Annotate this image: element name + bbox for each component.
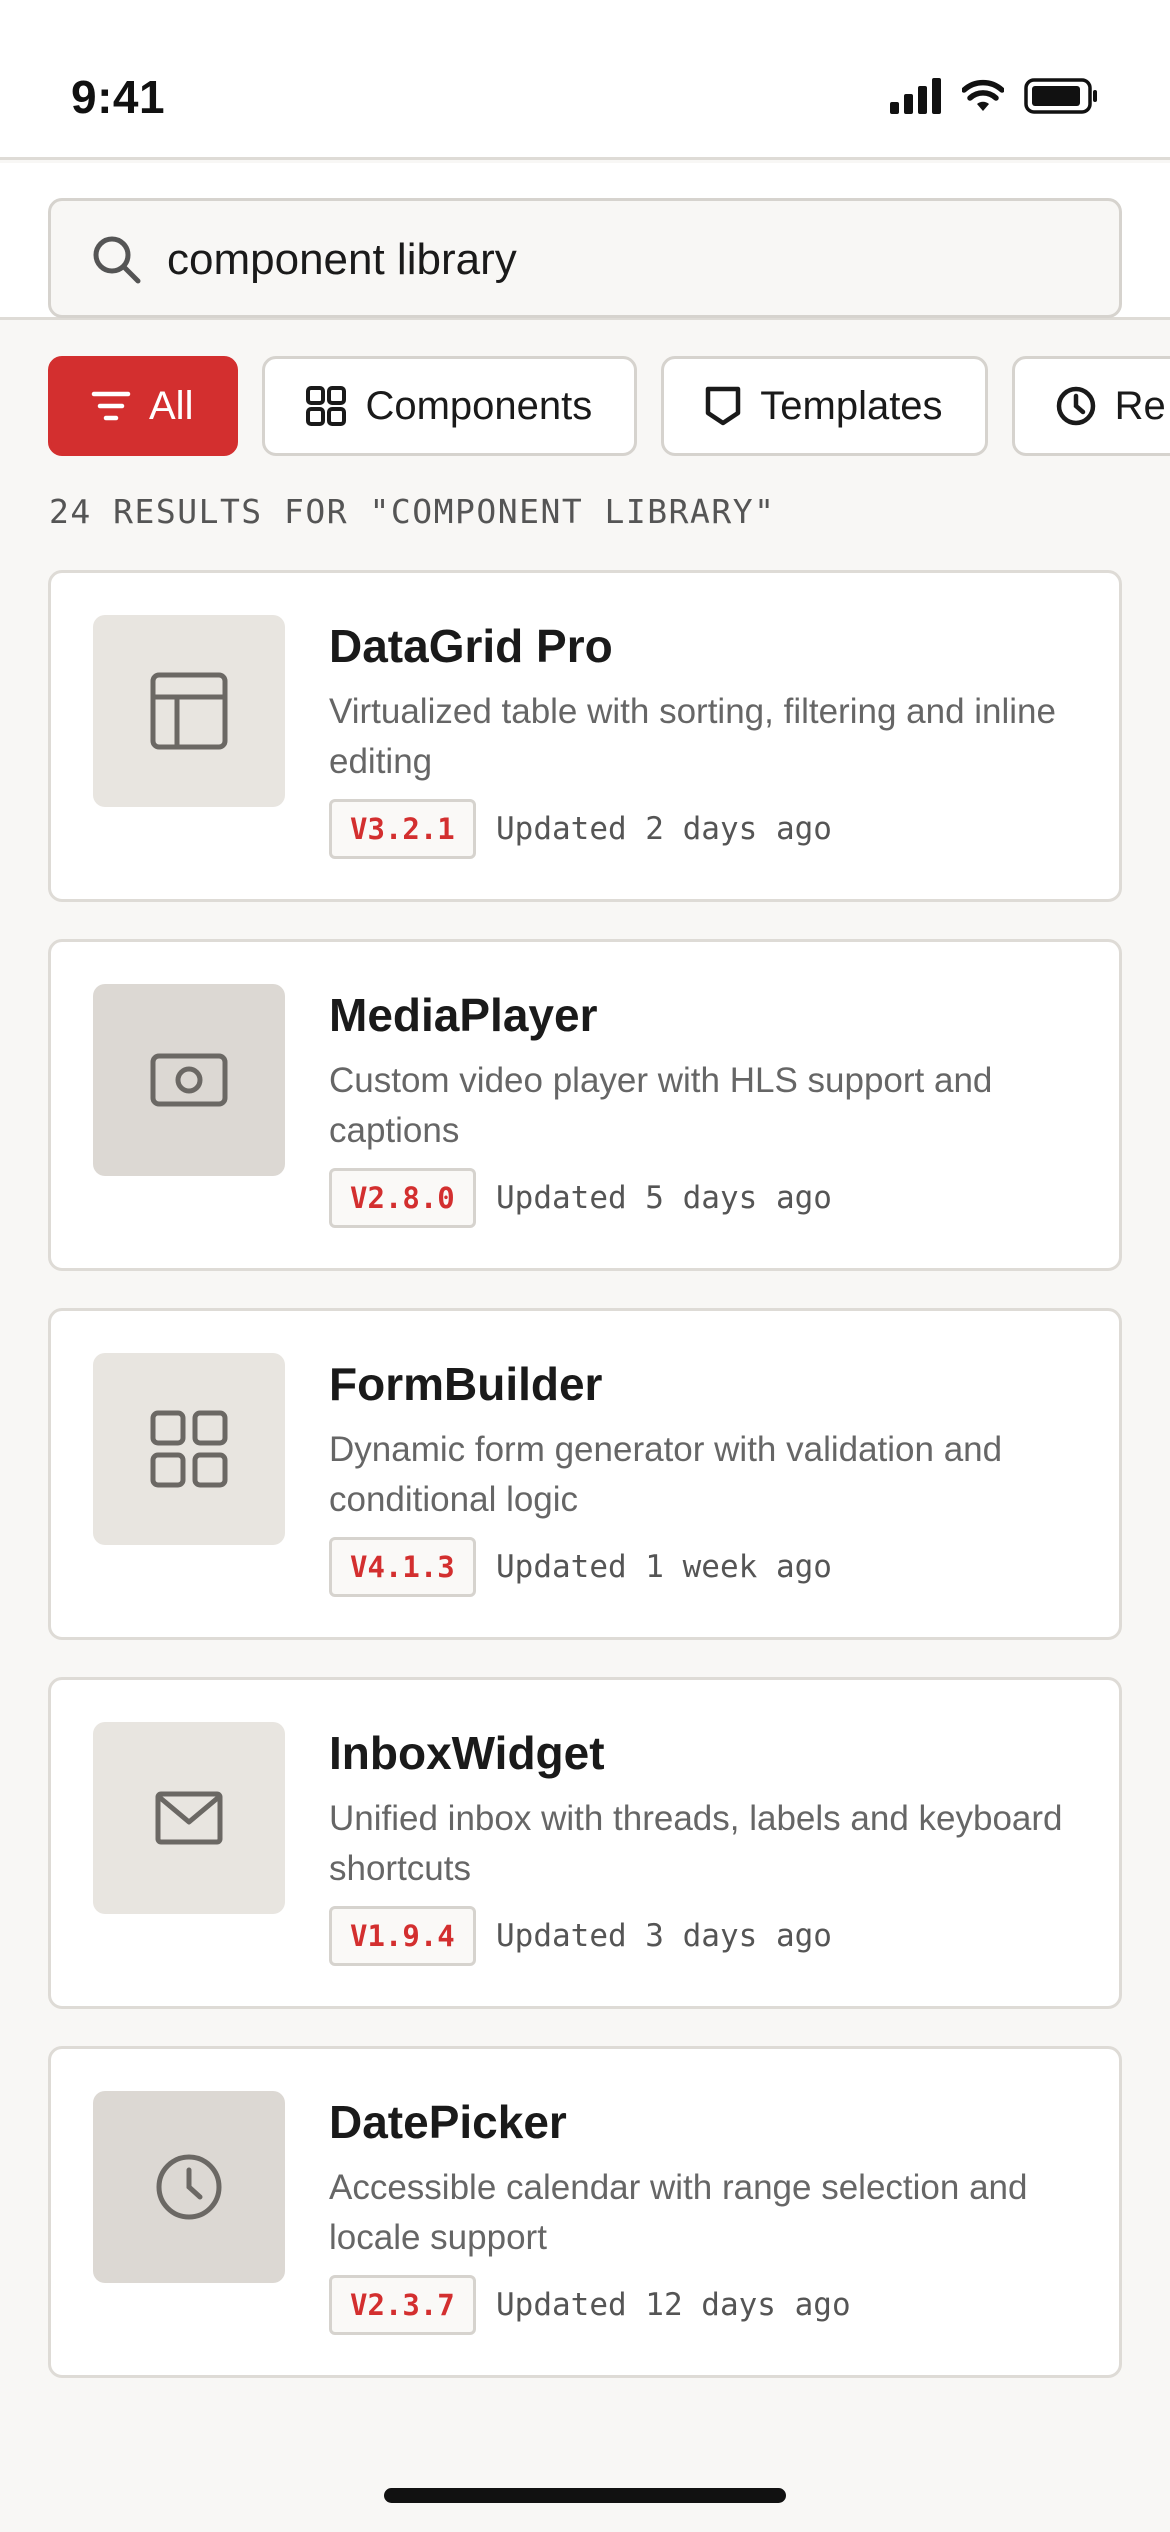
- result-title: MediaPlayer: [329, 989, 598, 1041]
- result-thumbnail: [93, 984, 285, 1176]
- bookmark-icon: [706, 386, 741, 426]
- results-count: 24 RESULTS FOR "COMPONENT LIBRARY": [49, 492, 776, 531]
- version-badge: V4.1.3: [329, 1537, 476, 1597]
- grid-icon: [150, 1410, 228, 1488]
- result-title: FormBuilder: [329, 1358, 603, 1410]
- result-thumbnail: [93, 615, 285, 807]
- status-time: 9:41: [71, 71, 166, 123]
- grid-icon: [306, 386, 347, 426]
- result-description: Virtualized table with sorting, filterin…: [329, 692, 1056, 781]
- result-description: Dynamic form generator with validation a…: [329, 1430, 1003, 1519]
- search-icon: [93, 236, 141, 284]
- filter-chip-templates[interactable]: Templates: [661, 356, 988, 456]
- result-thumbnail: [93, 1353, 285, 1545]
- wifi-icon: [962, 79, 1004, 111]
- result-title: DatePicker: [329, 2096, 567, 2148]
- layout-icon: [150, 672, 228, 750]
- result-card-datepicker[interactable]: DatePicker Accessible calendar with rang…: [48, 2046, 1122, 2378]
- version-badge: V2.8.0: [329, 1168, 476, 1228]
- filter-chip-components[interactable]: Components: [262, 356, 638, 456]
- media-icon: [150, 1053, 228, 1107]
- clock-icon: [1056, 386, 1095, 426]
- filter-chips: All Components Templates Re: [48, 356, 1170, 456]
- battery-icon: [1024, 78, 1097, 114]
- result-thumbnail: [93, 2091, 285, 2283]
- filter-chip-label: Components: [365, 383, 593, 428]
- updated-text: Updated 1 week ago: [496, 1549, 832, 1585]
- filter-chip-label: All: [149, 383, 194, 428]
- version-badge: V2.3.7: [329, 2275, 476, 2335]
- status-bar: 9:41: [0, 0, 1170, 160]
- updated-text: Updated 12 days ago: [496, 2287, 851, 2323]
- home-indicator[interactable]: [384, 2488, 786, 2503]
- result-description: Unified inbox with threads, labels and k…: [329, 1799, 1063, 1888]
- updated-text: Updated 5 days ago: [496, 1180, 832, 1216]
- filter-chip-recent[interactable]: Re: [1011, 356, 1170, 456]
- search-results-screen: 9:41 component library All Components Te…: [0, 0, 1170, 2532]
- mail-icon: [155, 1791, 223, 1845]
- filter-chip-label: Re: [1114, 383, 1166, 428]
- result-title: InboxWidget: [329, 1727, 605, 1779]
- result-card-datagrid-pro[interactable]: DataGrid Pro Virtualized table with sort…: [48, 570, 1122, 902]
- updated-text: Updated 2 days ago: [496, 811, 832, 847]
- result-card-formbuilder[interactable]: FormBuilder Dynamic form generator with …: [48, 1308, 1122, 1640]
- result-card-inboxwidget[interactable]: InboxWidget Unified inbox with threads, …: [48, 1677, 1122, 2009]
- version-badge: V3.2.1: [329, 799, 476, 859]
- result-description: Accessible calendar with range selection…: [329, 2168, 1028, 2257]
- search-query-text: component library: [167, 235, 517, 284]
- cellular-signal-icon: [890, 78, 941, 114]
- result-description: Custom video player with HLS support and…: [329, 1061, 993, 1150]
- filter-chip-all[interactable]: All: [48, 356, 239, 456]
- result-title: DataGrid Pro: [329, 620, 613, 672]
- search-input[interactable]: component library: [48, 198, 1122, 318]
- search-header: component library: [0, 163, 1170, 320]
- version-badge: V1.9.4: [329, 1906, 476, 1966]
- clock-icon: [156, 2154, 222, 2220]
- updated-text: Updated 3 days ago: [496, 1918, 832, 1954]
- result-card-mediaplayer[interactable]: MediaPlayer Custom video player with HLS…: [48, 939, 1122, 1271]
- result-thumbnail: [93, 1722, 285, 1914]
- filter-chip-label: Templates: [760, 383, 943, 428]
- filter-icon: [91, 391, 131, 421]
- status-icons: [890, 78, 1098, 114]
